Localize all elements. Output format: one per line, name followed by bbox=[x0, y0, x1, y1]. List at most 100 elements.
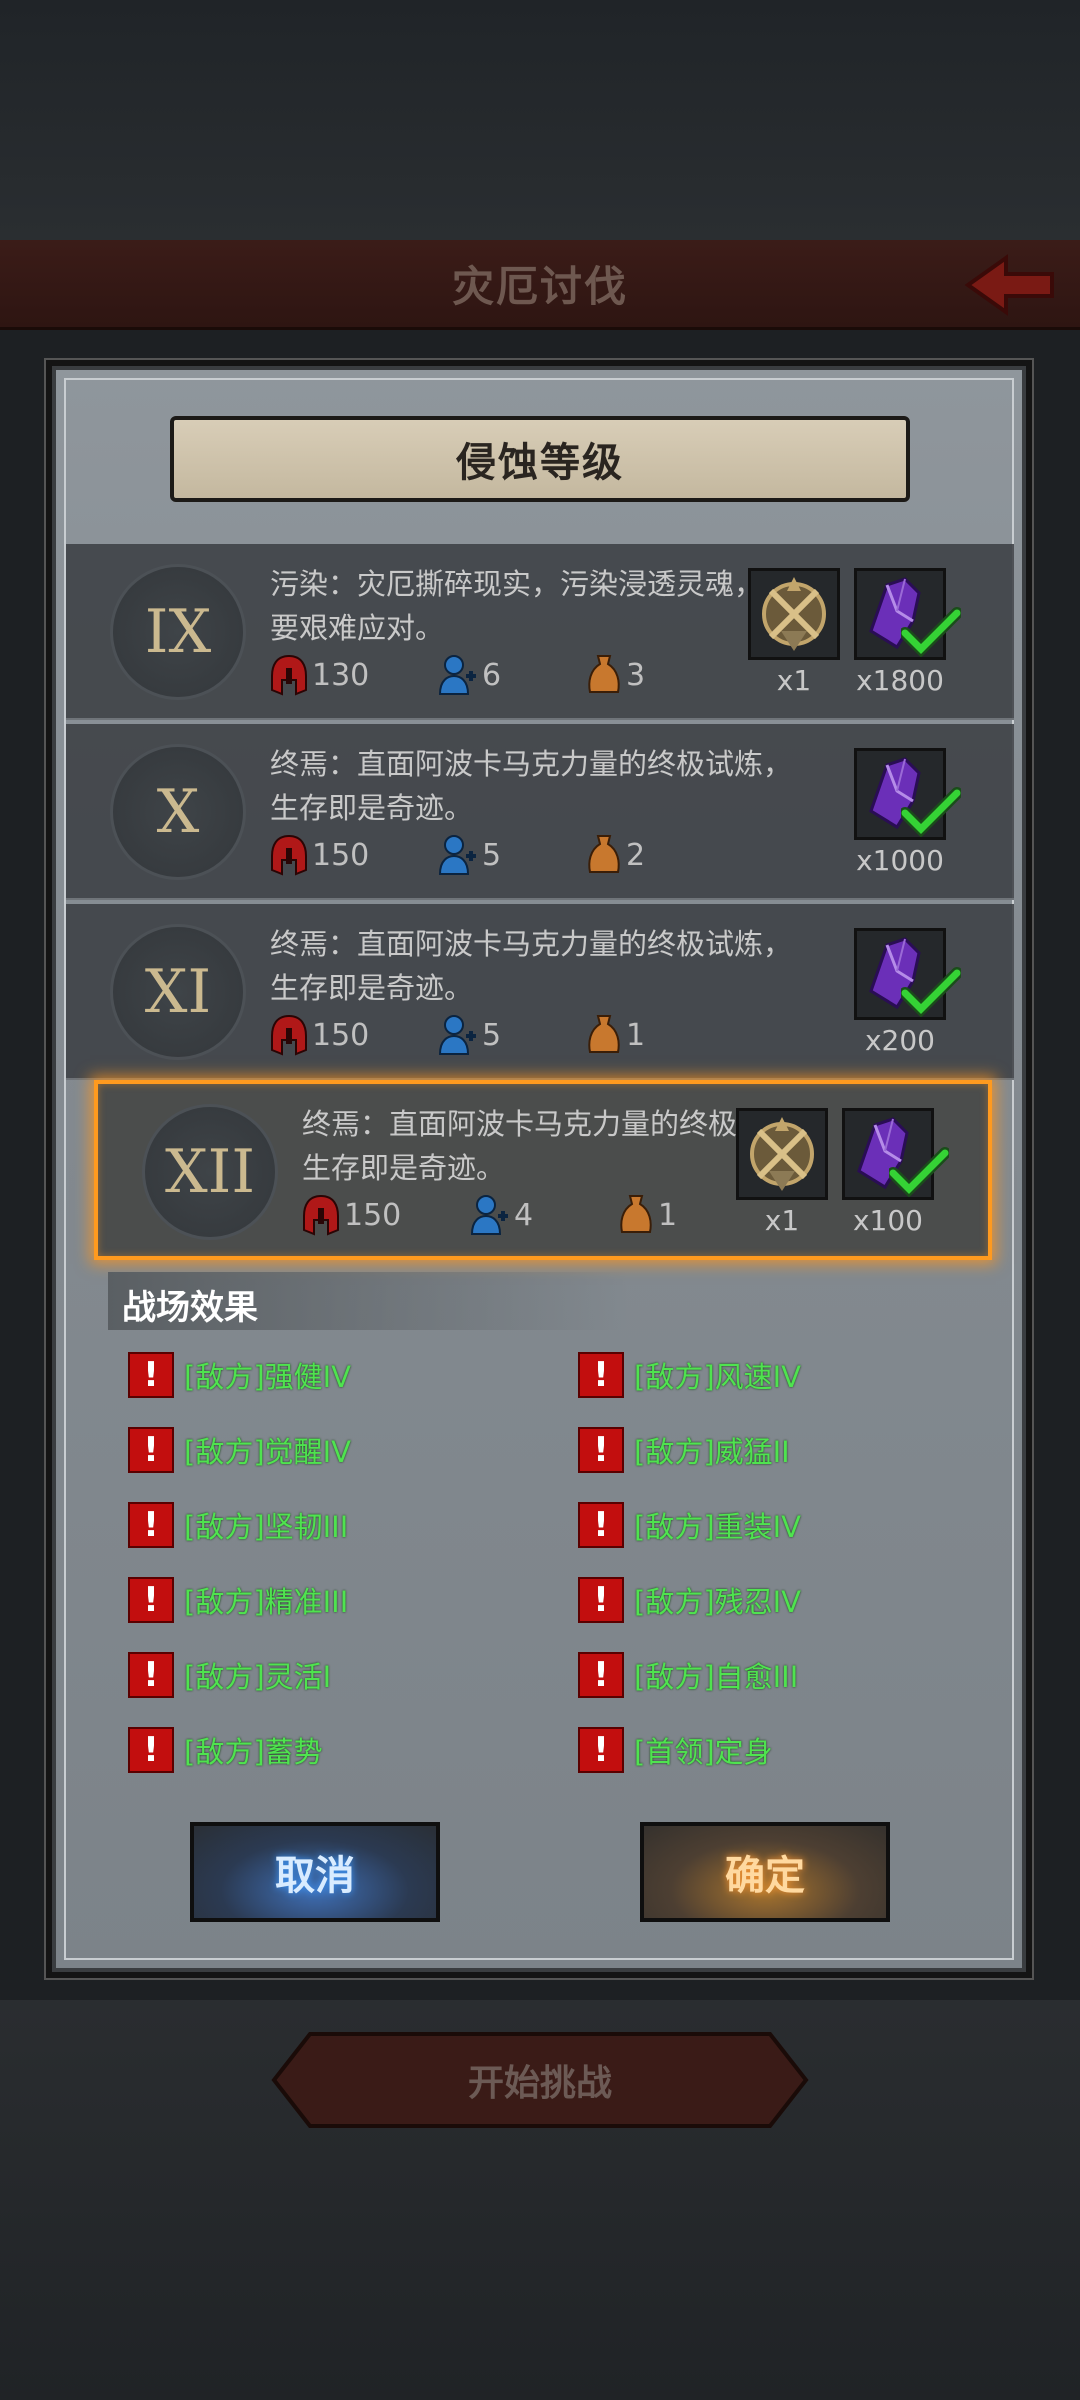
stat-value: 1 bbox=[658, 1197, 678, 1233]
effect-label: [敌方]重装IV bbox=[634, 1510, 802, 1544]
check-icon bbox=[901, 967, 961, 1017]
stat-value: 150 bbox=[312, 1017, 370, 1053]
level-row-xii[interactable]: XII 终焉：直面阿波卡马克力量的终极试炼，生存即是奇迹。 150 4 1 x1 x100 bbox=[94, 1080, 992, 1260]
level-stats: 150 5 1 bbox=[270, 1010, 790, 1060]
effect-label: [敌方]灵活I bbox=[184, 1660, 332, 1694]
level-stats: 130 6 3 bbox=[270, 650, 790, 700]
stat-value: 1 bbox=[626, 1017, 646, 1053]
helmet-icon bbox=[303, 1194, 339, 1236]
warning-icon: ! bbox=[578, 1352, 624, 1398]
stat-player-count: 5 bbox=[438, 1010, 501, 1060]
confirm-button[interactable]: 确定 bbox=[640, 1822, 890, 1922]
level-description: 终焉：直面阿波卡马克力量的终极试炼，生存即是奇迹。 bbox=[270, 747, 793, 825]
level-stats: 150 5 2 bbox=[270, 830, 790, 880]
battlefield-effect[interactable]: ! [敌方]自愈III bbox=[578, 1650, 798, 1700]
reward-item[interactable]: x1 bbox=[748, 568, 840, 697]
battlefield-effect[interactable]: ! [敌方]精准III bbox=[128, 1575, 348, 1625]
reward-item[interactable]: x1 bbox=[736, 1108, 828, 1237]
emblem-icon bbox=[762, 577, 826, 651]
reward-quantity: x1800 bbox=[856, 664, 944, 697]
back-arrow-icon[interactable] bbox=[960, 252, 1060, 318]
reward-quantity: x200 bbox=[864, 1024, 935, 1057]
reward-item[interactable]: x100 bbox=[842, 1108, 949, 1237]
stat-value: 5 bbox=[482, 837, 502, 873]
helmet-icon bbox=[271, 834, 307, 876]
player-icon bbox=[438, 655, 476, 695]
reward-item[interactable]: x200 bbox=[854, 928, 961, 1057]
check-icon bbox=[889, 1147, 949, 1197]
battlefield-effect[interactable]: ! [敌方]强健IV bbox=[128, 1350, 351, 1400]
battlefield-effect[interactable]: ! [敌方]威猛II bbox=[578, 1425, 790, 1475]
start-challenge-label: 开始挑战 bbox=[467, 2063, 612, 2104]
stat-enemy-level: 150 bbox=[302, 1190, 401, 1240]
level-badge: XII bbox=[142, 1104, 278, 1240]
warning-icon: ! bbox=[578, 1727, 624, 1773]
warning-icon: ! bbox=[578, 1502, 624, 1548]
emblem-icon bbox=[750, 1117, 814, 1191]
effect-label: [敌方]坚韧III bbox=[184, 1510, 349, 1544]
stat-value: 150 bbox=[312, 837, 370, 873]
stat-bag-count: 1 bbox=[586, 1010, 645, 1060]
reward-icon-frame bbox=[854, 568, 961, 660]
stat-enemy-level: 150 bbox=[270, 1010, 369, 1060]
stat-player-count: 6 bbox=[438, 650, 501, 700]
reward-quantity: x100 bbox=[852, 1204, 923, 1237]
effect-label: [敌方]风速IV bbox=[634, 1360, 802, 1394]
reward-quantity: x1 bbox=[776, 664, 812, 697]
player-icon bbox=[470, 1195, 508, 1235]
level-roman-numeral: X bbox=[156, 777, 200, 847]
reward-quantity: x1 bbox=[764, 1204, 800, 1237]
reward-item[interactable]: x1800 bbox=[854, 568, 961, 697]
warning-icon: ! bbox=[128, 1427, 174, 1473]
effect-label: [敌方]觉醒IV bbox=[184, 1435, 352, 1469]
level-row-ix[interactable]: IX 污染：灾厄撕碎现实，污染浸透灵魂，需要艰难应对。 130 6 3 x1 x1800 bbox=[66, 544, 1014, 720]
reward-icon-frame bbox=[748, 568, 840, 660]
warning-icon: ! bbox=[128, 1652, 174, 1698]
effects-title: 战场效果 bbox=[122, 1288, 258, 1328]
warning-icon: ! bbox=[128, 1727, 174, 1773]
battlefield-effect[interactable]: ! [敌方]觉醒IV bbox=[128, 1425, 351, 1475]
battlefield-effect[interactable]: ! [敌方]灵活I bbox=[128, 1650, 331, 1700]
reward-icon-frame bbox=[854, 748, 961, 840]
warning-icon: ! bbox=[128, 1577, 174, 1623]
reward-quantity: x1000 bbox=[856, 844, 944, 877]
page-title: 灾厄讨伐 bbox=[451, 262, 628, 311]
level-roman-numeral: XI bbox=[144, 957, 212, 1027]
bag-icon bbox=[588, 835, 620, 873]
battlefield-effect[interactable]: ! [敌方]坚韧III bbox=[128, 1500, 348, 1550]
warning-icon: ! bbox=[128, 1352, 174, 1398]
check-icon bbox=[901, 607, 961, 657]
level-description: 污染：灾厄撕碎现实，污染浸透灵魂，需要艰难应对。 bbox=[270, 567, 793, 645]
battlefield-effect[interactable]: ! [敌方]重装IV bbox=[578, 1500, 801, 1550]
stat-bag-count: 3 bbox=[586, 650, 645, 700]
effect-label: [首领]定身 bbox=[634, 1735, 773, 1769]
level-row-x[interactable]: X 终焉：直面阿波卡马克力量的终极试炼，生存即是奇迹。 150 5 2 x1000 bbox=[66, 724, 1014, 900]
check-icon bbox=[901, 787, 961, 837]
stat-player-count: 5 bbox=[438, 830, 501, 880]
battlefield-effect[interactable]: ! [敌方]残忍IV bbox=[578, 1575, 801, 1625]
effect-label: [敌方]自愈III bbox=[634, 1660, 799, 1694]
reward-icon-frame bbox=[842, 1108, 949, 1200]
level-badge: IX bbox=[110, 564, 246, 700]
stat-value: 150 bbox=[344, 1197, 402, 1233]
battlefield-effect[interactable]: ! [敌方]蓄势 bbox=[128, 1725, 323, 1775]
helmet-icon bbox=[271, 1014, 307, 1056]
level-row-xi[interactable]: XI 终焉：直面阿波卡马克力量的终极试炼，生存即是奇迹。 150 5 1 x200 bbox=[66, 904, 1014, 1080]
battlefield-effect[interactable]: ! [敌方]风速IV bbox=[578, 1350, 801, 1400]
effects-header: 战场效果 bbox=[108, 1272, 628, 1330]
bag-icon bbox=[620, 1195, 652, 1233]
level-badge: X bbox=[110, 744, 246, 880]
battlefield-effect[interactable]: ! [首领]定身 bbox=[578, 1725, 773, 1775]
reward-item[interactable]: x1000 bbox=[854, 748, 961, 877]
cancel-button[interactable]: 取消 bbox=[190, 1822, 440, 1922]
dialog-title: 侵蚀等级 bbox=[456, 440, 624, 486]
stat-bag-count: 1 bbox=[618, 1190, 677, 1240]
player-icon bbox=[438, 1015, 476, 1055]
reward-icon-frame bbox=[854, 928, 961, 1020]
reward-icon-frame bbox=[736, 1108, 828, 1200]
effect-label: [敌方]强健IV bbox=[184, 1360, 352, 1394]
stat-player-count: 4 bbox=[470, 1190, 533, 1240]
effect-label: [敌方]精准III bbox=[184, 1585, 349, 1619]
level-badge: XI bbox=[110, 924, 246, 1060]
start-challenge-button[interactable]: 开始挑战 bbox=[270, 2030, 810, 2130]
